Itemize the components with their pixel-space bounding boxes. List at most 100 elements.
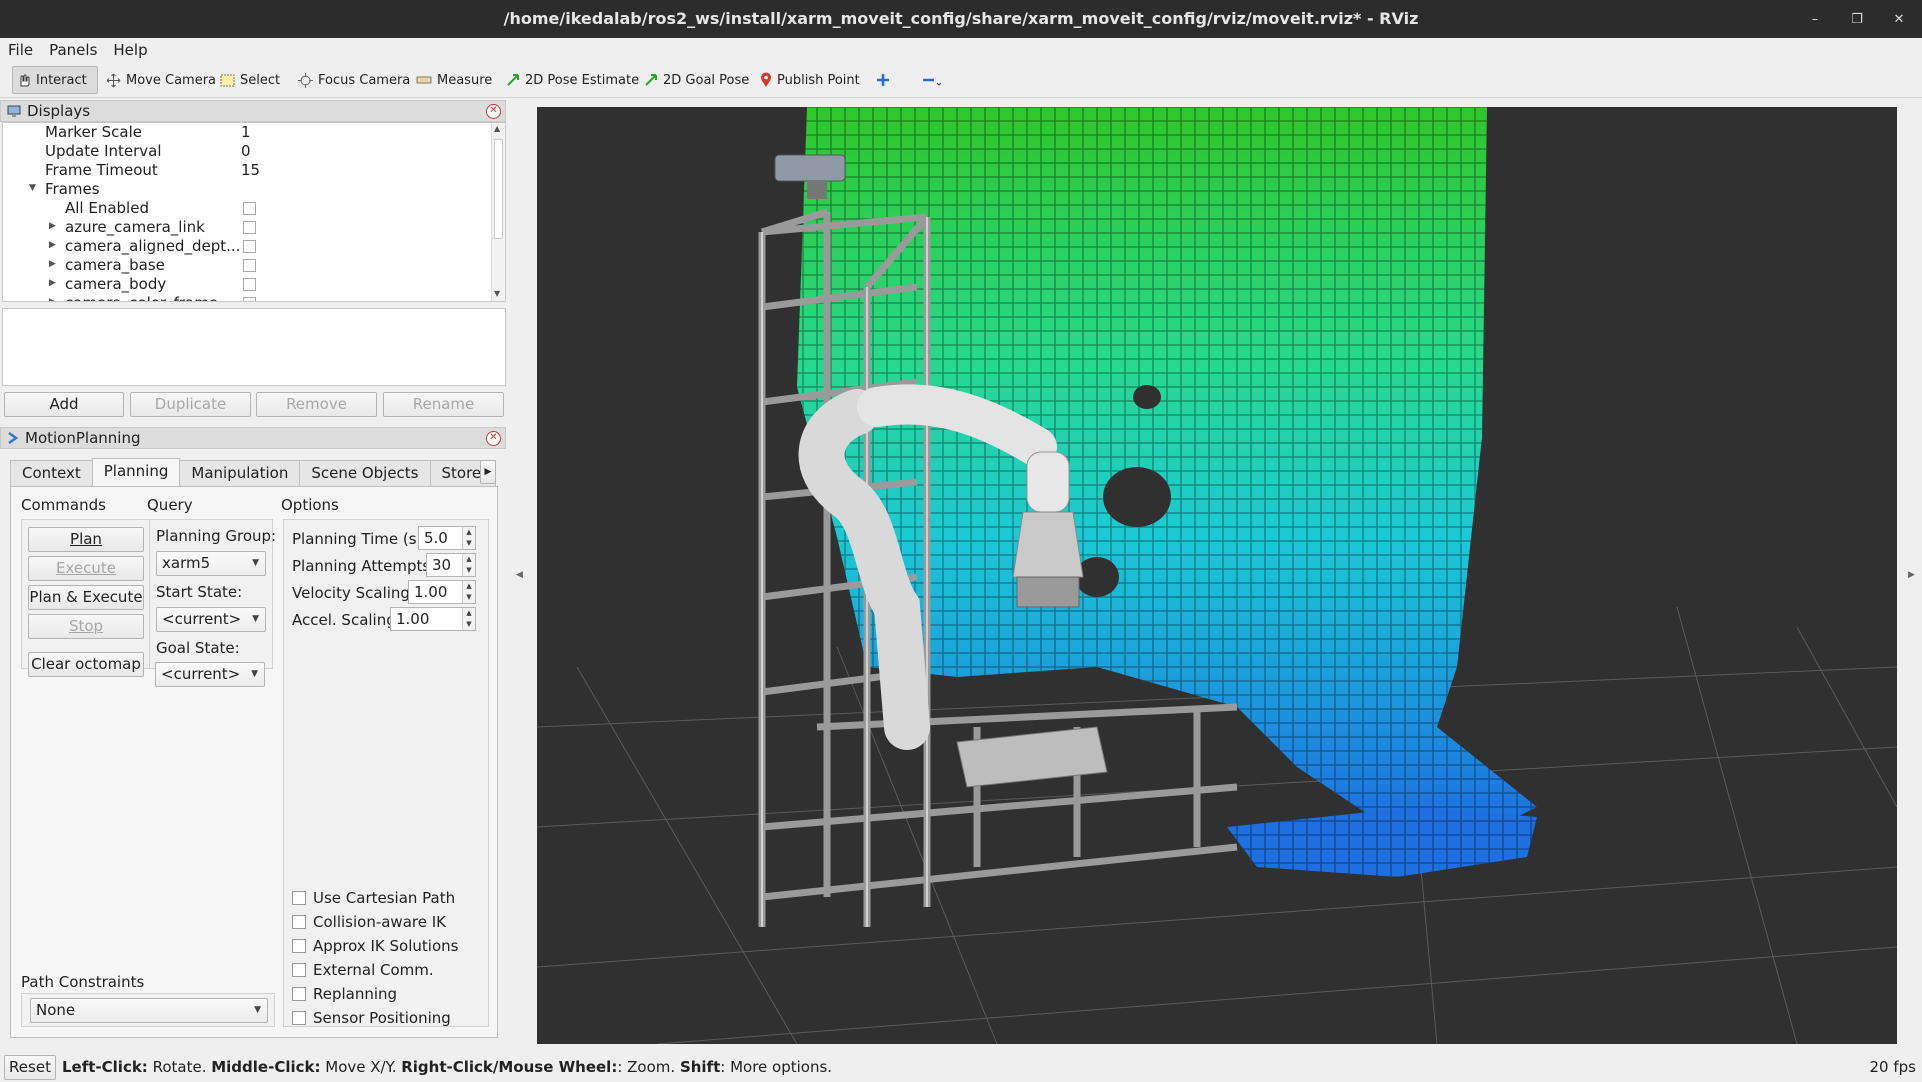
goal-state-value: <current> bbox=[161, 665, 241, 683]
displays-title: Displays bbox=[27, 102, 91, 120]
replanning-checkbox[interactable] bbox=[292, 987, 306, 1001]
remove-display-button[interactable]: Remove bbox=[256, 392, 377, 417]
tree-row[interactable]: ▼ Frames bbox=[3, 180, 491, 199]
external-comm-checkbox[interactable] bbox=[292, 963, 306, 977]
tree-row[interactable]: Marker Scale 1 bbox=[3, 123, 491, 142]
checkbox[interactable] bbox=[243, 240, 256, 253]
tab-context[interactable]: Context bbox=[10, 460, 93, 486]
map-pin-icon bbox=[761, 72, 771, 87]
collapsed-arrow-icon[interactable]: ▶ bbox=[49, 297, 56, 301]
property-value[interactable]: 0 bbox=[241, 142, 251, 160]
add-tool-button[interactable] bbox=[872, 66, 894, 94]
path-constraints-select[interactable]: None ▼ bbox=[30, 998, 268, 1023]
sensor-positioning-checkbox[interactable] bbox=[292, 1011, 306, 1025]
plan-and-execute-button[interactable]: Plan & Execute bbox=[28, 585, 144, 610]
tab-scene-objects[interactable]: Scene Objects bbox=[299, 460, 431, 486]
start-state-select[interactable]: <current> ▼ bbox=[156, 607, 266, 632]
collapsed-arrow-icon[interactable]: ▶ bbox=[49, 278, 56, 288]
collapse-left-icon[interactable]: ◀ bbox=[516, 570, 523, 580]
planning-group-label: Planning Group: bbox=[156, 527, 277, 545]
velocity-scaling-input[interactable]: 1.00 ▲ ▼ bbox=[408, 580, 476, 604]
move-arrows-icon bbox=[106, 73, 121, 87]
collision-aware-ik-checkbox[interactable] bbox=[292, 915, 306, 929]
planning-group-value: xarm5 bbox=[162, 554, 211, 572]
tree-row[interactable]: ▶ camera_body bbox=[3, 275, 491, 294]
plan-button[interactable]: Plan bbox=[28, 527, 144, 552]
property-value[interactable]: 15 bbox=[241, 161, 260, 179]
checkbox[interactable] bbox=[243, 278, 256, 291]
planning-group-select[interactable]: xarm5 ▼ bbox=[156, 551, 266, 576]
replanning-label: Replanning bbox=[313, 985, 398, 1003]
collapsed-arrow-icon[interactable]: ▶ bbox=[49, 259, 56, 269]
close-motion-planning-icon[interactable]: ✕ bbox=[486, 431, 501, 446]
tree-row[interactable]: ▶ azure_camera_link bbox=[3, 218, 491, 237]
close-displays-icon[interactable]: ✕ bbox=[486, 104, 501, 119]
spin-arrows-icon[interactable]: ▲ ▼ bbox=[462, 581, 475, 603]
select-tool-button[interactable]: Select bbox=[216, 66, 284, 94]
restore-icon[interactable]: ❐ bbox=[1848, 12, 1866, 27]
menu-file[interactable]: File bbox=[8, 41, 33, 59]
tab-planning[interactable]: Planning bbox=[91, 458, 181, 486]
scene-render[interactable] bbox=[537, 107, 1897, 1044]
dropdown-arrow-icon: ▼ bbox=[252, 558, 259, 568]
tree-row[interactable]: ▶ camera_base bbox=[3, 256, 491, 275]
publish-point-tool-button[interactable]: Publish Point bbox=[756, 66, 864, 94]
rename-display-button[interactable]: Rename bbox=[383, 392, 504, 417]
checkbox[interactable] bbox=[243, 221, 256, 234]
scroll-thumb[interactable] bbox=[494, 139, 503, 239]
menu-bar: File Panels Help bbox=[0, 38, 1922, 62]
hint-shift-key: Shift bbox=[679, 1058, 721, 1076]
remove-tool-button[interactable] bbox=[918, 66, 946, 94]
duplicate-display-button[interactable]: Duplicate bbox=[130, 392, 251, 417]
accel-scaling-input[interactable]: 1.00 ▲ ▼ bbox=[390, 607, 476, 631]
planning-attempts-input[interactable]: 30 ▲ ▼ bbox=[426, 553, 476, 577]
pose-estimate-tool-button[interactable]: 2D Pose Estimate bbox=[502, 66, 643, 94]
expanded-arrow-icon[interactable]: ▼ bbox=[29, 183, 36, 193]
scroll-down-icon[interactable]: ▼ bbox=[494, 289, 500, 298]
dropdown-arrow-icon: ▼ bbox=[252, 614, 259, 624]
tree-row[interactable]: ▶ camera_aligned_dept... bbox=[3, 237, 491, 256]
measure-tool-button[interactable]: Measure bbox=[412, 66, 496, 94]
green-arrow-icon bbox=[507, 74, 519, 86]
clear-octomap-button[interactable]: Clear octomap bbox=[28, 652, 144, 677]
goal-state-select[interactable]: <current> ▼ bbox=[155, 662, 265, 687]
checkbox[interactable] bbox=[243, 297, 256, 301]
reset-button[interactable]: Reset bbox=[4, 1055, 56, 1080]
3d-viewport[interactable] bbox=[537, 107, 1897, 1044]
approx-ik-checkbox[interactable] bbox=[292, 939, 306, 953]
tab-manipulation[interactable]: Manipulation bbox=[179, 460, 301, 486]
close-icon[interactable]: ✕ bbox=[1890, 12, 1908, 27]
tree-row[interactable]: Frame Timeout 15 bbox=[3, 161, 491, 180]
spin-arrows-icon[interactable]: ▲ ▼ bbox=[462, 527, 475, 549]
add-display-button[interactable]: Add bbox=[4, 392, 124, 417]
interact-tool-button[interactable]: Interact bbox=[12, 66, 98, 94]
tree-row[interactable]: Update Interval 0 bbox=[3, 142, 491, 161]
use-cartesian-path-checkbox[interactable] bbox=[292, 891, 306, 905]
menu-help[interactable]: Help bbox=[113, 41, 147, 59]
focus-camera-tool-button[interactable]: Focus Camera bbox=[294, 66, 414, 94]
tab-scroll-right-icon[interactable]: ▶ bbox=[480, 460, 496, 484]
menu-panels[interactable]: Panels bbox=[49, 41, 97, 59]
checkbox[interactable] bbox=[243, 259, 256, 272]
spin-arrows-icon[interactable]: ▲ ▼ bbox=[462, 608, 475, 630]
goal-pose-tool-button[interactable]: 2D Goal Pose bbox=[640, 66, 753, 94]
use-cartesian-path-label: Use Cartesian Path bbox=[313, 889, 456, 907]
move-camera-tool-button[interactable]: Move Camera bbox=[102, 66, 220, 94]
displays-scrollbar[interactable]: ▲ ▼ bbox=[491, 123, 505, 301]
stop-button[interactable]: Stop bbox=[28, 614, 144, 639]
execute-button[interactable]: Execute bbox=[28, 556, 144, 581]
path-constraints-value: None bbox=[36, 1001, 76, 1019]
minimize-icon[interactable]: – bbox=[1806, 12, 1824, 27]
scroll-up-icon[interactable]: ▲ bbox=[494, 124, 500, 133]
property-value[interactable]: 1 bbox=[241, 123, 251, 141]
tree-row[interactable]: ▶ camera_color_frame bbox=[3, 294, 491, 301]
planning-time-input[interactable]: 5.0 ▲ ▼ bbox=[418, 526, 476, 550]
checkbox[interactable] bbox=[243, 202, 256, 215]
collapsed-arrow-icon[interactable]: ▶ bbox=[49, 240, 56, 250]
tree-row[interactable]: All Enabled bbox=[3, 199, 491, 218]
collapsed-arrow-icon[interactable]: ▶ bbox=[49, 221, 56, 231]
minus-icon bbox=[923, 78, 942, 86]
displays-tree[interactable]: Marker Scale 1 Update Interval 0 Frame T… bbox=[2, 122, 506, 302]
collapse-right-icon[interactable]: ▶ bbox=[1908, 570, 1915, 580]
spin-arrows-icon[interactable]: ▲ ▼ bbox=[462, 554, 475, 576]
